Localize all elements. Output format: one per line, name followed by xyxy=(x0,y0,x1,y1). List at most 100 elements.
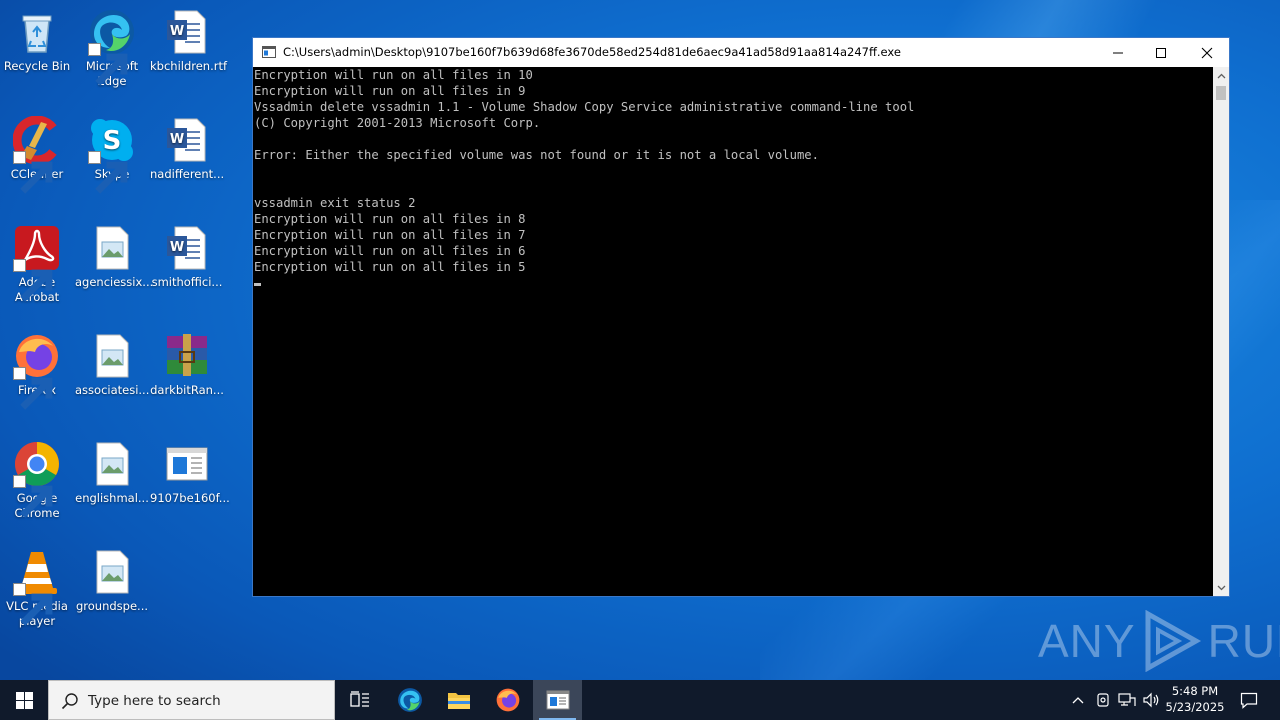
desktop-icon-adobe-acrobat[interactable]: Adobe Acrobat xyxy=(0,224,74,305)
desktop-icon-label: nadifferent... xyxy=(150,167,225,181)
tray-security-button[interactable] xyxy=(1091,680,1115,720)
desktop-icon-label: 9107be160f... xyxy=(150,491,230,505)
desktop-icon-label: darkbitRan... xyxy=(150,383,224,397)
desktop-icon-darkbitran[interactable]: darkbitRan... xyxy=(150,332,224,398)
desktop-icon-agenciessix[interactable]: agenciessix... xyxy=(75,224,154,290)
executable-window-icon xyxy=(163,440,211,488)
desktop-icon-label: Recycle Bin xyxy=(3,59,71,73)
svg-text:W: W xyxy=(170,24,184,39)
search-placeholder: Type here to search xyxy=(88,693,221,709)
minimize-icon xyxy=(1113,52,1123,53)
shortcut-arrow-icon xyxy=(88,43,128,86)
desktop-icon-label: kbchildren.rtf xyxy=(150,59,228,73)
search-icon xyxy=(61,693,78,710)
word-document-icon: W xyxy=(163,8,211,56)
play-triangle-icon xyxy=(1145,610,1201,672)
svg-text:W: W xyxy=(170,240,184,255)
console-output[interactable]: Encryption will run on all files in 10 E… xyxy=(253,67,1213,596)
console-scrollbar[interactable] xyxy=(1213,67,1229,596)
desktop-icon-label: englishmal... xyxy=(75,491,149,505)
desktop-icon-9107be160f[interactable]: 9107be160f... xyxy=(150,440,230,506)
image-file-icon xyxy=(88,332,136,380)
desktop-icon-label: smithoffici... xyxy=(151,275,223,289)
desktop-icon-label: groundspe... xyxy=(75,599,149,613)
taskbar-clock[interactable]: 5:48 PM 5/23/2025 xyxy=(1160,683,1230,715)
task-view-icon xyxy=(350,691,369,707)
taskbar-console-app[interactable] xyxy=(533,680,582,720)
maximize-button[interactable] xyxy=(1138,38,1184,67)
start-button[interactable] xyxy=(0,680,48,720)
recycle-bin-icon xyxy=(13,8,61,56)
console-line: Error: Either the specified volume was n… xyxy=(254,148,819,162)
vlc-cone-icon xyxy=(13,548,61,626)
close-button[interactable] xyxy=(1184,38,1230,67)
device-security-icon xyxy=(1097,693,1109,707)
notification-icon xyxy=(1240,692,1258,709)
console-line: Vssadmin delete vssadmin 1.1 - Volume Sh… xyxy=(254,100,915,114)
folder-icon xyxy=(448,693,470,709)
word-document-icon: W xyxy=(163,224,211,272)
desktop-icon-vlc[interactable]: VLC media player xyxy=(0,548,74,629)
task-view-button[interactable] xyxy=(336,680,384,720)
minimize-button[interactable] xyxy=(1095,38,1141,67)
clock-date: 5/23/2025 xyxy=(1165,700,1225,714)
taskbar-file-explorer[interactable] xyxy=(435,680,483,720)
desktop-icon-kbchildren[interactable]: W kbchildren.rtf xyxy=(150,8,228,74)
console-line: Encryption will run on all files in 6 xyxy=(254,244,526,258)
google-chrome-icon xyxy=(13,440,61,518)
svg-text:W: W xyxy=(170,132,184,147)
desktop-icon-label: associatesi... xyxy=(75,383,150,397)
shortcut-arrow-icon xyxy=(13,583,53,626)
microsoft-edge-icon xyxy=(398,688,422,712)
image-file-icon xyxy=(88,224,136,272)
skype-icon: S xyxy=(88,116,136,194)
network-icon xyxy=(1118,693,1136,706)
taskbar-edge[interactable] xyxy=(386,680,434,720)
console-title: C:\Users\admin\Desktop\9107be160f7b639d6… xyxy=(283,45,901,59)
desktop-icon-nadifferent[interactable]: W nadifferent... xyxy=(150,116,224,182)
desktop-icon-groundspe[interactable]: groundspe... xyxy=(75,548,149,614)
winrar-archive-icon xyxy=(163,332,211,380)
desktop-icon-label: agenciessix... xyxy=(75,275,154,289)
scroll-thumb[interactable] xyxy=(1216,86,1226,100)
anyrun-watermark: ANY RUN xyxy=(1038,608,1280,674)
close-icon xyxy=(1201,47,1213,58)
console-line: Encryption will run on all files in 7 xyxy=(254,228,526,242)
desktop-icon-skype[interactable]: S Skype xyxy=(75,116,149,194)
watermark-text-left: ANY xyxy=(1038,615,1136,667)
taskbar-firefox[interactable] xyxy=(484,680,532,720)
firefox-icon xyxy=(496,688,520,712)
desktop-icon-recycle-bin[interactable]: Recycle Bin xyxy=(0,8,74,74)
firefox-icon xyxy=(13,332,61,410)
desktop-icon-smithoffici[interactable]: W smithoffici... xyxy=(150,224,224,290)
console-window[interactable]: C:\Users\admin\Desktop\9107be160f7b639d6… xyxy=(252,37,1230,597)
console-line: Encryption will run on all files in 5 xyxy=(254,260,526,274)
desktop-icon-ccleaner[interactable]: CCleaner xyxy=(0,116,74,194)
show-hidden-icons-button[interactable] xyxy=(1066,680,1090,720)
chevron-up-icon xyxy=(1072,697,1084,704)
chevron-down-icon xyxy=(1217,585,1225,590)
taskbar-search-box[interactable]: Type here to search xyxy=(48,680,335,720)
desktop-icon-microsoft-edge[interactable]: Microsoft Edge xyxy=(75,8,149,89)
maximize-icon xyxy=(1156,47,1166,58)
shortcut-arrow-icon xyxy=(13,259,53,302)
speaker-icon xyxy=(1143,692,1159,708)
shortcut-arrow-icon xyxy=(13,151,53,194)
notification-center-button[interactable] xyxy=(1232,680,1266,720)
word-document-icon: W xyxy=(163,116,211,164)
console-titlebar[interactable]: C:\Users\admin\Desktop\9107be160f7b639d6… xyxy=(253,38,1229,67)
watermark-text-right: RUN xyxy=(1207,615,1280,667)
desktop-icon-englishmal[interactable]: englishmal... xyxy=(75,440,149,506)
scroll-down-button[interactable] xyxy=(1213,579,1229,596)
desktop-icon-associatesi[interactable]: associatesi... xyxy=(75,332,149,398)
image-file-icon xyxy=(88,548,136,596)
console-line: vssadmin exit status 2 xyxy=(254,196,416,210)
desktop-icon-firefox[interactable]: Firefox xyxy=(0,332,74,410)
microsoft-edge-icon xyxy=(88,8,136,86)
scroll-up-button[interactable] xyxy=(1213,67,1229,84)
tray-network-button[interactable] xyxy=(1115,680,1139,720)
console-line: Encryption will run on all files in 8 xyxy=(254,212,526,226)
desktop-icon-google-chrome[interactable]: Google Chrome xyxy=(0,440,74,521)
